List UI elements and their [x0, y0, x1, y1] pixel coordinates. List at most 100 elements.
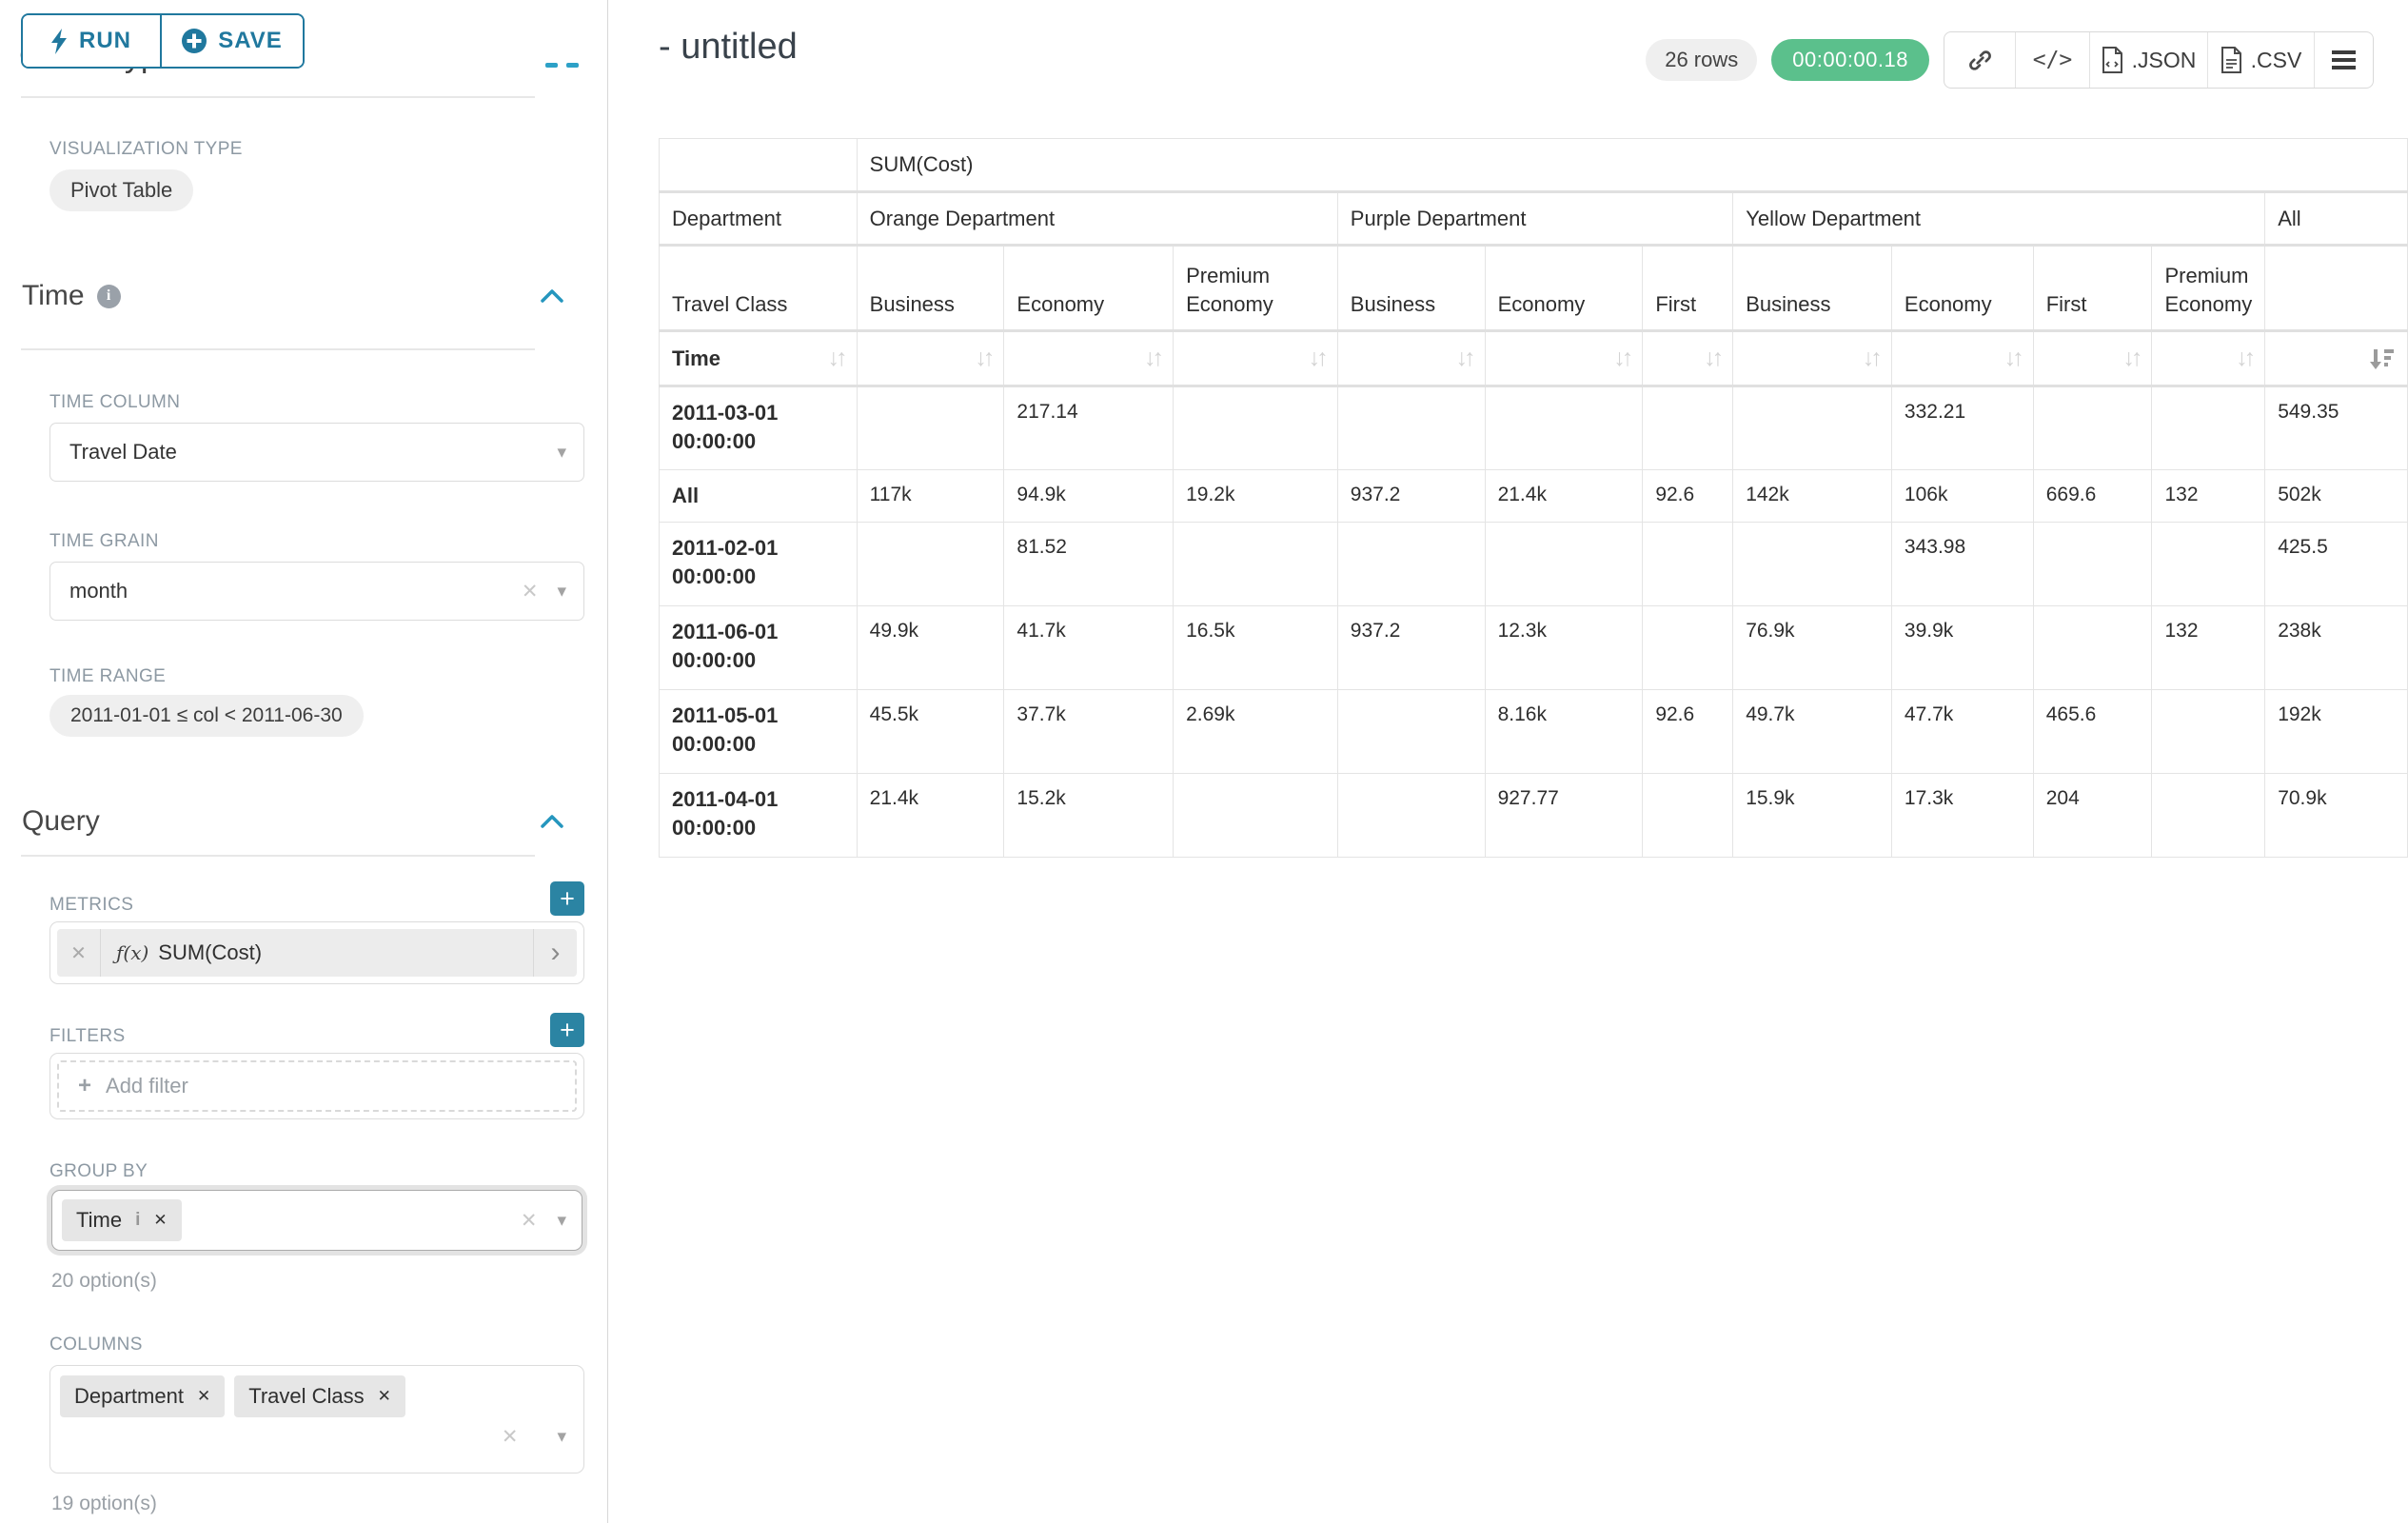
function-icon: ƒ(x) — [116, 941, 148, 964]
clear-icon[interactable]: ✕ — [521, 1209, 538, 1233]
chart-title[interactable]: - untitled — [659, 27, 798, 68]
filters-control: + Add filter — [49, 1053, 584, 1119]
clear-icon[interactable]: ✕ — [522, 580, 539, 603]
columns-tag-department[interactable]: Department ✕ — [60, 1375, 225, 1417]
travel-class-header: First — [1643, 246, 1733, 331]
pivot-cell: 92.6 — [1643, 470, 1733, 523]
sort-toggle-icon[interactable]: ↓↑ — [828, 343, 844, 375]
pivot-cell — [1643, 523, 1733, 606]
remove-metric-icon[interactable]: ✕ — [57, 929, 101, 977]
viz-type-pill[interactable]: Pivot Table — [49, 169, 193, 211]
collapse-section-icon[interactable] — [540, 813, 564, 830]
sort-toggle-icon[interactable]: ↓↑ — [1456, 343, 1472, 375]
department-header-row: DepartmentOrange DepartmentPurple Depart… — [660, 191, 2408, 246]
group-by-tag-time[interactable]: Time i ✕ — [62, 1199, 182, 1241]
pivot-cell: 15.2k — [1004, 774, 1174, 858]
viz-type-label: VISUALIZATION TYPE — [49, 139, 243, 160]
plus-icon: + — [78, 1073, 91, 1099]
pivot-cell: 47.7k — [1891, 690, 2033, 774]
sortable-column-header: ↓↑ — [1643, 331, 1733, 386]
export-csv-button[interactable]: .CSV — [2207, 32, 2314, 88]
run-button[interactable]: RUN — [23, 15, 160, 67]
pivot-cell — [1485, 523, 1643, 606]
pivot-cell: 217.14 — [1004, 386, 1174, 470]
sort-toggle-icon[interactable]: ↓↑ — [2122, 343, 2139, 375]
remove-tag-icon[interactable]: ✕ — [378, 1387, 391, 1406]
sort-toggle-icon[interactable]: ↓↑ — [975, 343, 991, 375]
info-icon: i — [97, 285, 121, 308]
clear-icon[interactable]: ✕ — [502, 1425, 519, 1449]
save-button[interactable]: SAVE — [160, 15, 303, 67]
sorted-descending-icon[interactable] — [2370, 346, 2395, 371]
travel-class-header: Economy — [1891, 246, 2033, 331]
pivot-table: SUM(Cost)DepartmentOrange DepartmentPurp… — [659, 138, 2408, 858]
group-by-select[interactable]: Time i ✕ ✕ ▾ — [51, 1190, 582, 1251]
sort-toggle-icon[interactable]: ↓↑ — [1309, 343, 1325, 375]
run-save-button-group: RUN SAVE — [21, 13, 305, 69]
copy-link-button[interactable] — [1944, 32, 2015, 88]
pivot-cell — [1643, 386, 1733, 470]
travel-class-header: Premium Economy — [1174, 246, 1338, 331]
sort-toggle-icon[interactable]: ↓↑ — [1613, 343, 1629, 375]
sort-toggle-icon[interactable]: ↓↑ — [2004, 343, 2021, 375]
hamburger-menu-icon — [2331, 49, 2357, 70]
expand-metric-icon[interactable]: › — [533, 929, 577, 977]
section-divider — [21, 348, 535, 350]
collapse-chevron-partial-icon[interactable] — [566, 63, 579, 68]
add-metric-button[interactable]: + — [550, 881, 584, 916]
menu-button[interactable] — [2314, 32, 2373, 88]
row-label: 2011-05-01 00:00:00 — [660, 690, 858, 774]
pivot-cell: 669.6 — [2033, 470, 2152, 523]
pivot-cell — [1337, 386, 1485, 470]
tag-label: Department — [74, 1384, 184, 1409]
time-column-label: TIME COLUMN — [49, 392, 180, 413]
chart-panel: - untitled 26 rows 00:00:00.18 </> .JSON — [609, 0, 2408, 1523]
sortable-column-header: ↓↑ — [2152, 331, 2265, 386]
sortable-column-header: ↓↑ — [1891, 331, 2033, 386]
time-column-value: Travel Date — [69, 440, 557, 465]
pivot-cell — [2033, 606, 2152, 690]
row-label: 2011-06-01 00:00:00 — [660, 606, 858, 690]
collapse-section-icon[interactable] — [540, 287, 564, 305]
pivot-cell: 70.9k — [2265, 774, 2408, 858]
row-label: 2011-02-01 00:00:00 — [660, 523, 858, 606]
pivot-cell: 8.16k — [1485, 690, 1643, 774]
time-grain-value: month — [69, 579, 522, 603]
sortable-column-header: ↓↑ — [2033, 331, 2152, 386]
pivot-cell: 49.9k — [857, 606, 1004, 690]
sort-toggle-icon[interactable]: ↓↑ — [1704, 343, 1720, 375]
time-column-select[interactable]: Travel Date ▾ — [49, 423, 584, 482]
pivot-cell — [1174, 386, 1338, 470]
columns-tag-travel-class[interactable]: Travel Class ✕ — [234, 1375, 405, 1417]
caret-down-icon: ▾ — [557, 581, 566, 603]
metric-pill[interactable]: ✕ ƒ(x) SUM(Cost) › — [57, 929, 577, 977]
pivot-cell — [1174, 774, 1338, 858]
metric-header-row: SUM(Cost) — [660, 139, 2408, 192]
table-row: 2011-05-01 00:00:0045.5k37.7k2.69k8.16k9… — [660, 690, 2408, 774]
columns-select[interactable]: Department ✕ Travel Class ✕ ✕ ▾ — [49, 1365, 584, 1474]
time-grain-select[interactable]: month ✕ ▾ — [49, 562, 584, 621]
embed-code-button[interactable]: </> — [2015, 32, 2089, 88]
pivot-cell — [2033, 523, 2152, 606]
travel-class-header: Premium Economy — [2152, 246, 2265, 331]
collapse-chevron-partial-icon[interactable] — [545, 63, 558, 68]
time-range-label: TIME RANGE — [49, 666, 166, 687]
sort-toggle-icon[interactable]: ↓↑ — [1863, 343, 1879, 375]
pivot-cell: 81.52 — [1004, 523, 1174, 606]
pivot-cell — [1643, 774, 1733, 858]
add-filter-button[interactable]: + Add filter — [57, 1060, 577, 1112]
group-by-option-count: 20 option(s) — [51, 1270, 157, 1293]
time-range-pill[interactable]: 2011-01-01 ≤ col < 2011-06-30 — [49, 695, 364, 737]
export-json-button[interactable]: .JSON — [2089, 32, 2207, 88]
columns-option-count: 19 option(s) — [51, 1493, 157, 1515]
table-row: 2011-02-01 00:00:0081.52343.98425.5 — [660, 523, 2408, 606]
pivot-cell — [1337, 523, 1485, 606]
travel-class-header — [2265, 246, 2408, 331]
sort-toggle-icon[interactable]: ↓↑ — [2236, 343, 2252, 375]
sortable-column-header: ↓↑ — [857, 331, 1004, 386]
remove-tag-icon[interactable]: ✕ — [197, 1387, 210, 1406]
remove-tag-icon[interactable]: ✕ — [153, 1211, 167, 1230]
pivot-cell — [1485, 386, 1643, 470]
sort-toggle-icon[interactable]: ↓↑ — [1144, 343, 1160, 375]
add-filter-plus-button[interactable]: + — [550, 1013, 584, 1047]
